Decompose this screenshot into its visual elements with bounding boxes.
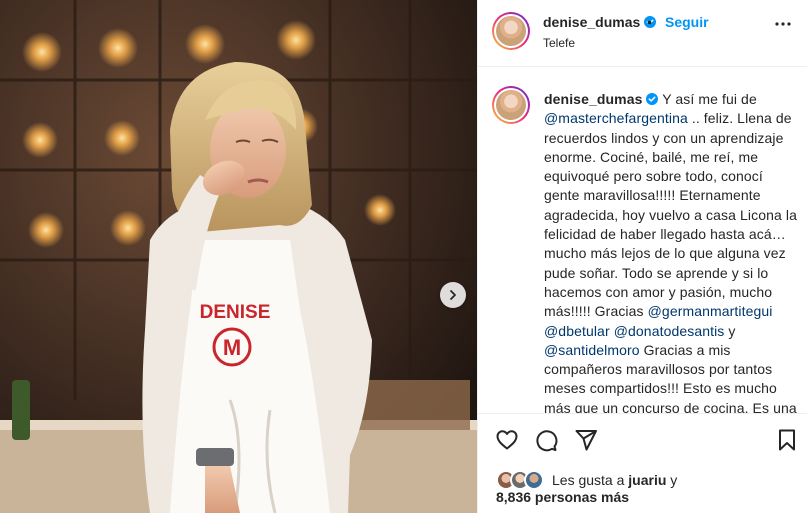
- liker-username[interactable]: juariu: [628, 472, 666, 488]
- likes-prefix: Les gusta a: [552, 472, 629, 488]
- mention-link[interactable]: @donatodesantis: [614, 323, 725, 339]
- post-sidebar: denise_dumas • Seguir Telefe denise_duma…: [477, 0, 807, 513]
- caption-avatar[interactable]: [492, 86, 530, 124]
- username-link[interactable]: denise_dumas: [543, 14, 640, 30]
- liker-avatars[interactable]: [496, 470, 548, 490]
- caption-username[interactable]: denise_dumas: [544, 91, 642, 107]
- mention-link[interactable]: @germanmartitegui: [648, 303, 773, 319]
- likes-suffix: y: [666, 472, 678, 488]
- share-icon[interactable]: [574, 428, 598, 452]
- follow-button[interactable]: Seguir: [665, 14, 709, 30]
- location-label[interactable]: Telefe: [543, 36, 575, 50]
- action-bar: [478, 428, 807, 456]
- mention-link[interactable]: @santidelmoro: [544, 342, 640, 358]
- comment-icon[interactable]: [534, 428, 558, 452]
- more-icon[interactable]: [775, 22, 791, 26]
- heart-icon[interactable]: [495, 428, 519, 452]
- post-media[interactable]: DENISE M: [0, 0, 477, 513]
- chevron-right-icon: [450, 290, 456, 300]
- post-header: denise_dumas • Seguir Telefe: [478, 0, 807, 67]
- separator-dot: •: [647, 14, 652, 30]
- mention-link[interactable]: @dbetular: [544, 323, 610, 339]
- caption-text: y: [724, 322, 736, 339]
- comments-scroll-area[interactable]: denise_dumas Y así me fui de @masterchef…: [478, 68, 807, 414]
- apron-text: DENISE: [200, 302, 271, 323]
- apron-logo: M: [223, 335, 241, 360]
- post-caption: denise_dumas Y así me fui de @masterchef…: [544, 90, 798, 413]
- verified-icon: [646, 93, 659, 105]
- avatar[interactable]: [492, 12, 530, 50]
- next-image-button[interactable]: [440, 282, 466, 308]
- bookmark-icon[interactable]: [776, 428, 798, 452]
- likes-count[interactable]: 8,836 personas más: [496, 489, 629, 505]
- caption-text: Y así me fui de: [658, 91, 757, 107]
- caption-text: .. feliz. Llena de recuerdos lindos y co…: [544, 110, 797, 320]
- likes-summary: Les gusta a juariu y 8,836 personas más: [496, 470, 796, 510]
- mention-link[interactable]: @masterchefargentina: [544, 110, 688, 126]
- post-photo: DENISE M: [0, 0, 477, 513]
